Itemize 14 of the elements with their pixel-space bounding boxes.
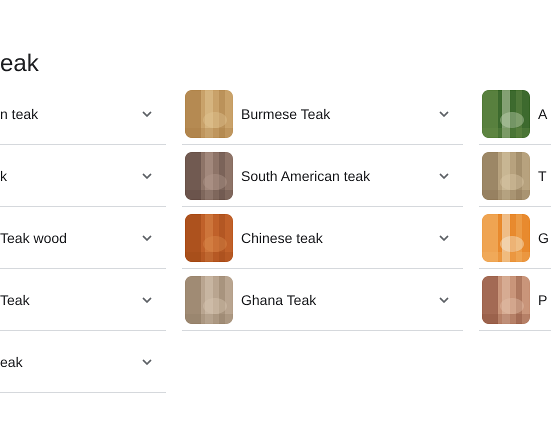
item-label[interactable]: Teak wood xyxy=(0,230,140,246)
item-label[interactable]: G xyxy=(538,230,551,246)
item-label[interactable]: n teak xyxy=(0,106,140,122)
item-label[interactable]: A xyxy=(538,106,551,122)
item-label[interactable]: k xyxy=(0,168,140,184)
heading: eak xyxy=(0,49,40,79)
item-label[interactable]: Burmese Teak xyxy=(241,106,437,122)
item-label[interactable]: South American teak xyxy=(241,168,437,184)
item-label[interactable]: Ghana Teak xyxy=(241,292,437,308)
item-label[interactable]: Teak xyxy=(0,292,140,308)
item-label[interactable]: T xyxy=(538,168,551,184)
item-label[interactable]: P xyxy=(538,292,551,308)
item-label[interactable]: eak xyxy=(0,354,140,370)
item-label[interactable]: Chinese teak xyxy=(241,230,437,246)
